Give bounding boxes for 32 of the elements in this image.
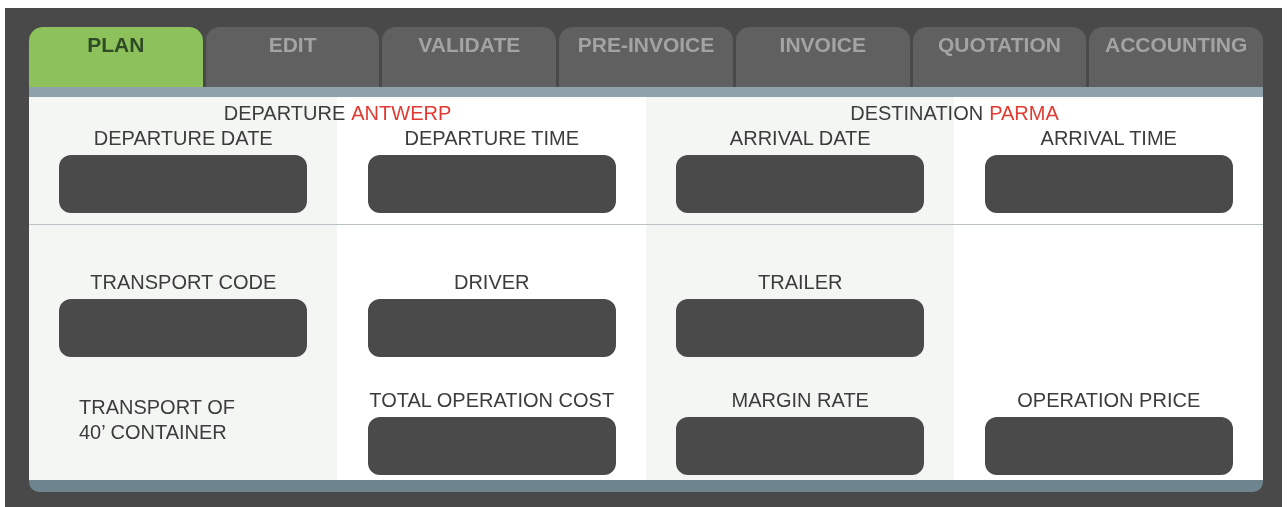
- heading-label: DEPARTURE: [223, 102, 346, 125]
- tab[interactable]: VALIDATE: [382, 27, 557, 87]
- field-label: DEPARTURE TIME: [404, 126, 579, 151]
- field-label: TOTAL OPERATION COST: [369, 388, 615, 413]
- description-text: TRANSPORT OF 40’ CONTAINER: [79, 395, 236, 445]
- input-field[interactable]: [676, 155, 925, 213]
- field-label: DEPARTURE DATE: [93, 126, 273, 151]
- input-field[interactable]: [59, 155, 308, 213]
- city-name: ANTWERP: [351, 102, 452, 125]
- tab[interactable]: PLAN: [29, 27, 203, 87]
- tab[interactable]: PRE-INVOICE: [559, 27, 733, 87]
- input-field[interactable]: [59, 299, 308, 357]
- input-field[interactable]: [984, 417, 1233, 475]
- field-label: TRAILER: [758, 270, 843, 295]
- input-field[interactable]: [367, 155, 616, 213]
- field-label: DRIVER: [453, 270, 530, 295]
- input-field[interactable]: [676, 417, 925, 475]
- input-field[interactable]: [676, 299, 925, 357]
- field-label: OPERATION PRICE: [1017, 388, 1201, 413]
- tab[interactable]: ACCOUNTING: [1089, 27, 1264, 87]
- input-field[interactable]: [984, 155, 1233, 213]
- city-name: PARMA: [989, 102, 1059, 125]
- field-label: ARRIVAL DATE: [729, 126, 871, 151]
- tab[interactable]: EDIT: [205, 27, 380, 87]
- tab[interactable]: QUOTATION: [912, 27, 1087, 87]
- field-label: ARRIVAL TIME: [1040, 126, 1177, 151]
- heading-label: DESTINATION: [850, 102, 984, 125]
- input-field[interactable]: [367, 299, 616, 357]
- tab[interactable]: INVOICE: [735, 27, 910, 87]
- input-field[interactable]: [367, 417, 616, 475]
- field-label: TRANSPORT CODE: [90, 270, 277, 295]
- field-label: MARGIN RATE: [731, 388, 869, 413]
